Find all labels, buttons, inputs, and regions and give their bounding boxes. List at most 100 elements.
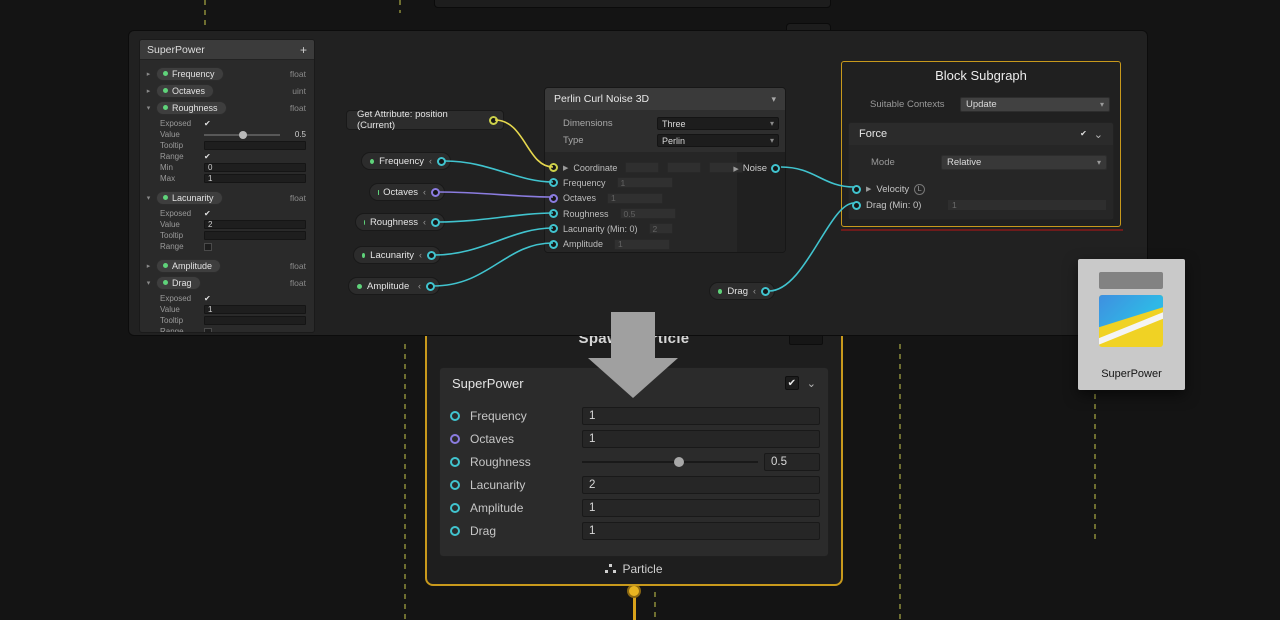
frequency-input[interactable]: 1 [617,177,673,188]
input-port-icon[interactable] [549,178,558,187]
output-port-icon[interactable] [431,188,440,197]
disclosure-triangle-icon[interactable]: ▸ [144,87,153,95]
blackboard-item-roughness[interactable]: ▾ Roughness float [144,99,308,116]
output-port-icon[interactable] [761,287,770,296]
wire-roughness[interactable] [438,213,553,222]
tooltip-input[interactable] [204,231,306,240]
checkbox-checked[interactable]: ✔ [204,295,211,303]
tooltip-input[interactable] [204,141,306,150]
blackboard-item-drag[interactable]: ▾ Drag float [144,274,308,291]
disclosure-triangle-icon[interactable]: ▸ [144,262,153,270]
input-port-icon[interactable] [549,163,558,172]
wire-amplitude[interactable] [433,243,553,286]
input-port-icon[interactable] [450,526,460,536]
max-input[interactable]: 1 [204,174,306,183]
amplitude-input[interactable]: 1 [582,499,820,517]
roughness-input[interactable]: 0.5 [764,453,820,471]
lacunarity-input[interactable]: 2 [649,223,673,234]
suitable-contexts-dropdown[interactable]: Update▾ [960,97,1110,112]
disclosure-triangle-icon[interactable]: ▾ [144,279,153,287]
block-enabled-checkbox[interactable]: ✔ [785,376,799,390]
blackboard-header[interactable]: SuperPower + [140,40,314,60]
collapse-icon[interactable]: ‹ [753,286,756,296]
blackboard-item-lacunarity[interactable]: ▾ Lacunarity float [144,189,308,206]
wire-frequency[interactable] [445,161,553,182]
min-input[interactable]: 0 [204,163,306,172]
checkbox-unchecked[interactable] [204,243,212,251]
lacunarity-input[interactable]: 2 [582,476,820,494]
chevron-down-icon[interactable]: ▾ [771,94,776,105]
get-attribute-node[interactable]: Get Attribute: position (Current) [346,110,504,130]
input-port-icon[interactable] [450,434,460,444]
input-port-icon[interactable] [549,240,558,249]
collapse-icon[interactable]: ‹ [419,250,422,260]
chevron-down-icon[interactable]: ⌄ [807,377,816,390]
amplitude-input[interactable]: 1 [614,239,670,250]
plus-icon[interactable]: + [300,43,307,57]
input-port-icon[interactable] [549,224,558,233]
input-port-icon[interactable] [450,503,460,513]
expand-icon[interactable]: ▶ [866,185,871,193]
parameter-node-lacunarity[interactable]: Lacunarity ‹ [353,246,441,264]
collapse-icon[interactable]: ‹ [429,156,432,166]
blackboard-panel[interactable]: SuperPower + ▸ Frequency float ▸ Octaves… [139,39,315,333]
roughness-input[interactable]: 0.5 [620,208,676,219]
slider-thumb[interactable] [674,457,684,467]
input-port-icon[interactable] [852,201,861,210]
coordinate-y-input[interactable] [667,162,701,173]
input-port-icon[interactable] [549,194,558,203]
frequency-input[interactable]: 1 [582,407,820,425]
parameter-node-roughness[interactable]: Roughness ‹ [355,213,445,231]
drag-input[interactable]: 1 [582,522,820,540]
force-block[interactable]: Force ✔ ⌄ Mode Relative▾ ▶ Velocity [848,122,1114,220]
output-port-icon[interactable] [431,218,440,227]
wire-octaves[interactable] [438,192,553,197]
input-port-icon[interactable] [450,457,460,467]
space-badge-icon[interactable]: L [914,184,925,195]
blackboard-item-octaves[interactable]: ▸ Octaves uint [144,82,308,99]
perlin-curl-noise-node[interactable]: Perlin Curl Noise 3D ▾ Dimensions Three▾… [544,87,786,253]
drag-input[interactable]: 1 [947,199,1107,211]
parameter-node-drag[interactable]: Drag ‹ [709,282,775,300]
tooltip-input[interactable] [204,316,306,325]
parameter-node-frequency[interactable]: Frequency ‹ [361,152,451,170]
input-port-icon[interactable] [852,185,861,194]
value-slider[interactable] [204,134,280,136]
blackboard-item-amplitude[interactable]: ▸ Amplitude float [144,257,308,274]
block-subgraph-node[interactable]: Block Subgraph Suitable Contexts Update▾… [841,61,1121,227]
output-port-icon[interactable] [427,251,436,260]
chevron-down-icon[interactable]: ⌄ [1094,128,1103,141]
roughness-slider[interactable] [582,461,758,463]
disclosure-triangle-icon[interactable]: ▸ [144,70,153,78]
force-block-header[interactable]: Force ✔ ⌄ [849,123,1113,145]
wire-lacunarity[interactable] [434,228,553,255]
input-port-icon[interactable] [450,411,460,421]
input-port-icon[interactable] [450,480,460,490]
node-header[interactable]: Perlin Curl Noise 3D ▾ [545,88,785,110]
octaves-input[interactable]: 1 [607,193,663,204]
coordinate-x-input[interactable] [625,162,659,173]
checkbox-checked[interactable]: ✔ [1080,130,1087,138]
value-input[interactable]: 2 [204,220,306,229]
value-input[interactable]: 1 [204,305,306,314]
flow-output-port-icon[interactable] [627,584,641,598]
checkbox-unchecked[interactable] [204,328,212,334]
checkbox-checked[interactable]: ✔ [204,210,211,218]
mode-dropdown[interactable]: Relative▾ [941,155,1107,170]
type-dropdown[interactable]: Perlin▾ [657,134,779,147]
parameter-node-octaves[interactable]: Octaves ‹ [369,183,445,201]
octaves-input[interactable]: 1 [582,430,820,448]
collapse-icon[interactable]: ‹ [418,281,421,291]
input-port-icon[interactable] [549,209,558,218]
expand-icon[interactable]: ▶ [563,164,568,172]
disclosure-triangle-icon[interactable]: ▾ [144,194,153,202]
disclosure-triangle-icon[interactable]: ▾ [144,104,153,112]
blackboard-item-frequency[interactable]: ▸ Frequency float [144,65,308,82]
slider-thumb[interactable] [239,131,247,139]
subgraph-asset-card[interactable]: SuperPower [1078,259,1185,390]
collapse-icon[interactable]: ‹ [423,187,426,197]
checkbox-checked[interactable]: ✔ [204,153,211,161]
checkbox-checked[interactable]: ✔ [204,120,211,128]
output-port-icon[interactable] [437,157,446,166]
dimensions-dropdown[interactable]: Three▾ [657,117,779,130]
